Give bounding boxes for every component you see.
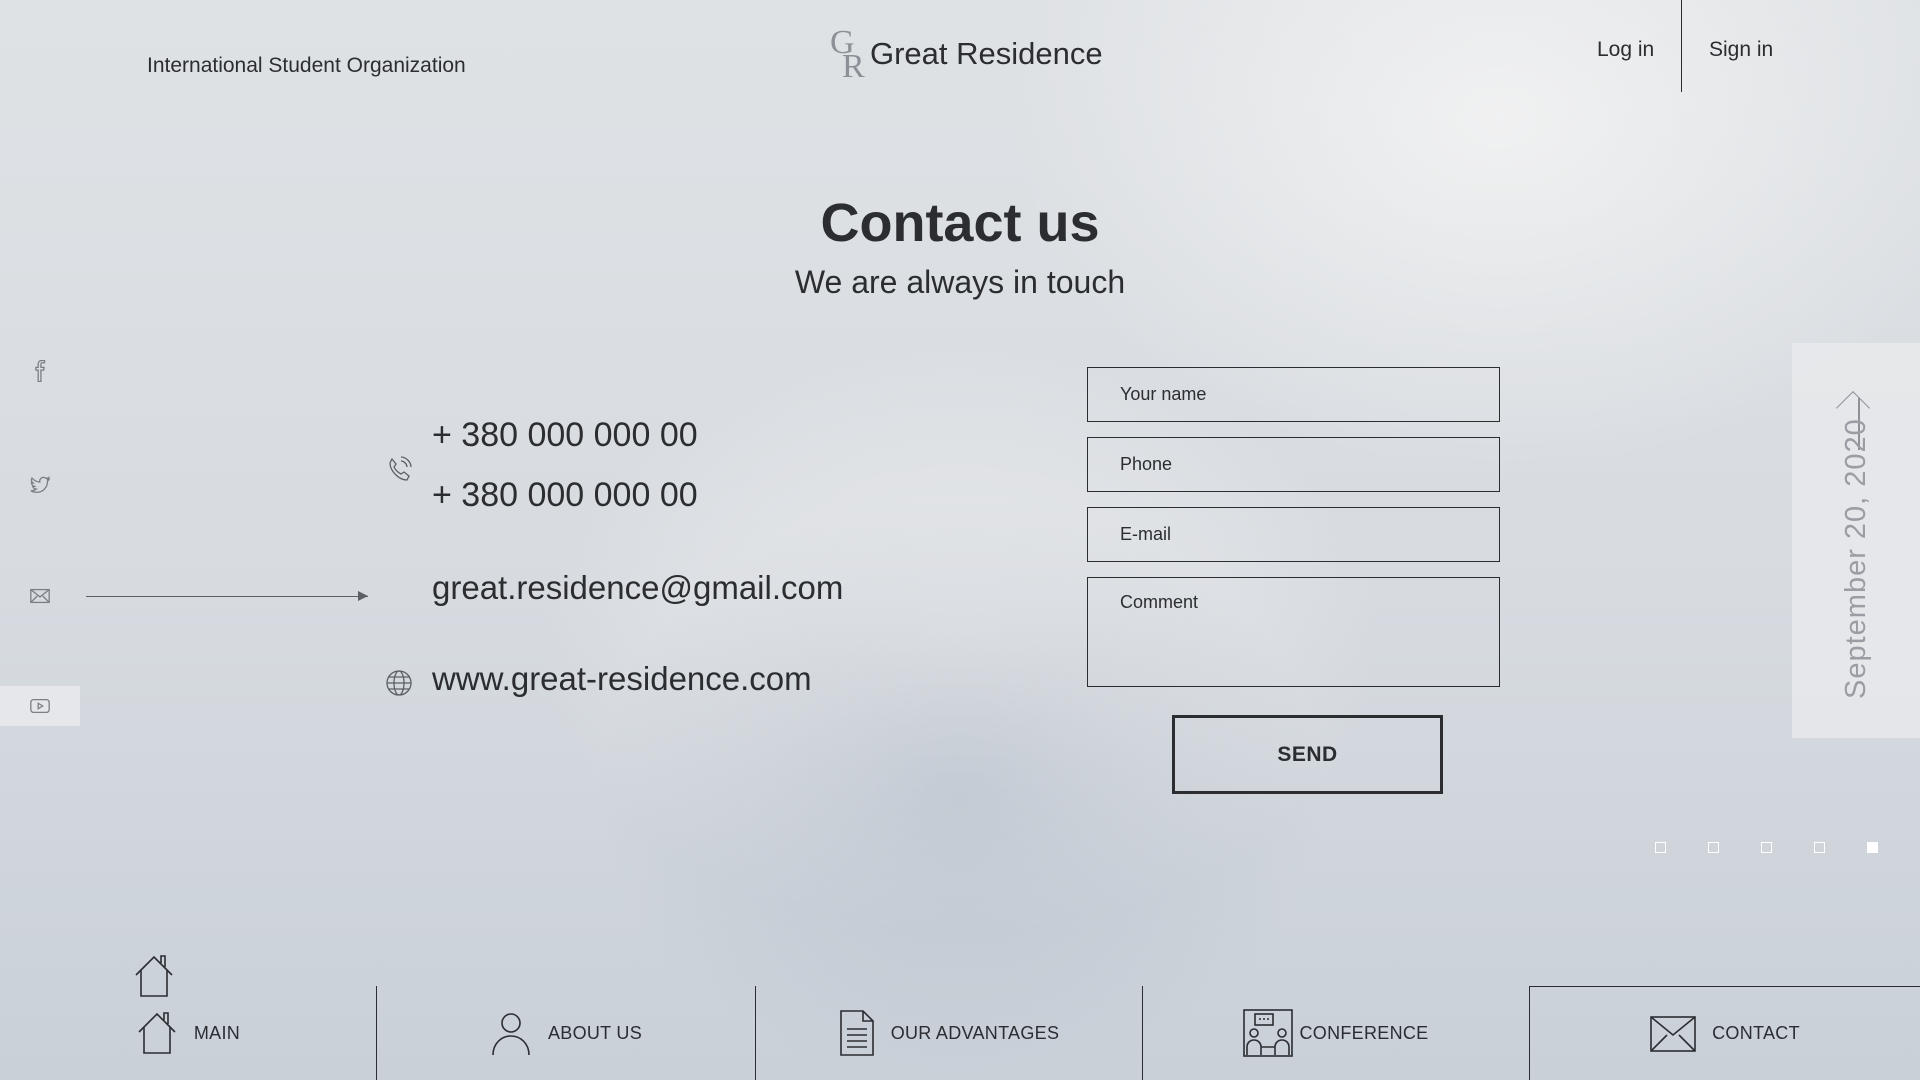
facebook-icon — [35, 360, 46, 382]
mail-link[interactable] — [0, 576, 80, 616]
youtube-icon — [30, 698, 50, 714]
pager-dot[interactable] — [1655, 842, 1666, 853]
email-input[interactable] — [1087, 507, 1500, 562]
nav-advantages[interactable]: OUR ADVANTAGES — [756, 986, 1142, 1080]
logo-mark: G R — [828, 24, 866, 85]
envelope-icon — [1650, 1015, 1696, 1052]
pager-dot[interactable] — [1814, 842, 1825, 853]
organization-name: International Student Organization — [147, 54, 466, 77]
logo-text: Great Residence — [870, 36, 1103, 71]
facebook-link[interactable] — [0, 351, 80, 391]
phone-icon — [384, 455, 414, 485]
send-button[interactable]: SEND — [1172, 715, 1443, 794]
nav-about[interactable]: ABOUT US — [377, 986, 755, 1080]
nav-advantages-label: OUR ADVANTAGES — [890, 1022, 1060, 1043]
page-title: Contact us — [820, 193, 1100, 253]
login-link[interactable]: Log in — [1597, 38, 1654, 62]
logo[interactable]: G R Great Residence — [828, 24, 1103, 85]
page-subtitle: We are always in touch — [794, 264, 1126, 300]
youtube-link[interactable] — [0, 686, 80, 726]
nav-contact[interactable]: CONTACT — [1529, 986, 1920, 1080]
user-icon — [492, 1013, 530, 1056]
pager-dot[interactable] — [1708, 842, 1719, 853]
conference-icon — [1243, 1009, 1294, 1057]
pager-dot[interactable] — [1761, 842, 1772, 853]
nav-conference-label: CONFERENCE — [1299, 1022, 1429, 1043]
email-link[interactable]: great.residence@gmail.com — [432, 569, 843, 607]
mail-arrow-head — [358, 591, 368, 601]
website-link[interactable]: www.great-residence.com — [432, 660, 812, 698]
twitter-icon — [30, 476, 51, 493]
home-icon — [138, 1012, 176, 1054]
pager-dot-active[interactable] — [1867, 842, 1878, 853]
nav-contact-label: CONTACT — [1712, 1023, 1800, 1043]
mail-icon — [30, 588, 50, 604]
nav-about-label: ABOUT US — [547, 1022, 643, 1043]
name-input[interactable] — [1087, 367, 1500, 422]
auth-divider — [1681, 0, 1682, 92]
signin-link[interactable]: Sign in — [1709, 38, 1773, 62]
nav-main[interactable]: MAIN — [0, 986, 376, 1080]
document-icon — [839, 1010, 874, 1056]
nav-main-label: MAIN — [193, 1022, 241, 1043]
event-date: September 20, 2020 — [1840, 418, 1872, 699]
globe-icon — [384, 668, 414, 698]
mail-arrow-line — [86, 596, 368, 597]
comment-textarea[interactable] — [1087, 577, 1500, 687]
phone-number-1[interactable]: + 380 000 000 00 — [432, 416, 698, 455]
phone-input[interactable] — [1087, 437, 1500, 492]
twitter-link[interactable] — [0, 465, 80, 505]
phone-number-2[interactable]: + 380 000 000 00 — [432, 476, 698, 515]
nav-conference[interactable]: CONFERENCE — [1143, 986, 1529, 1080]
logo-mark-letter-r: R — [842, 48, 865, 85]
